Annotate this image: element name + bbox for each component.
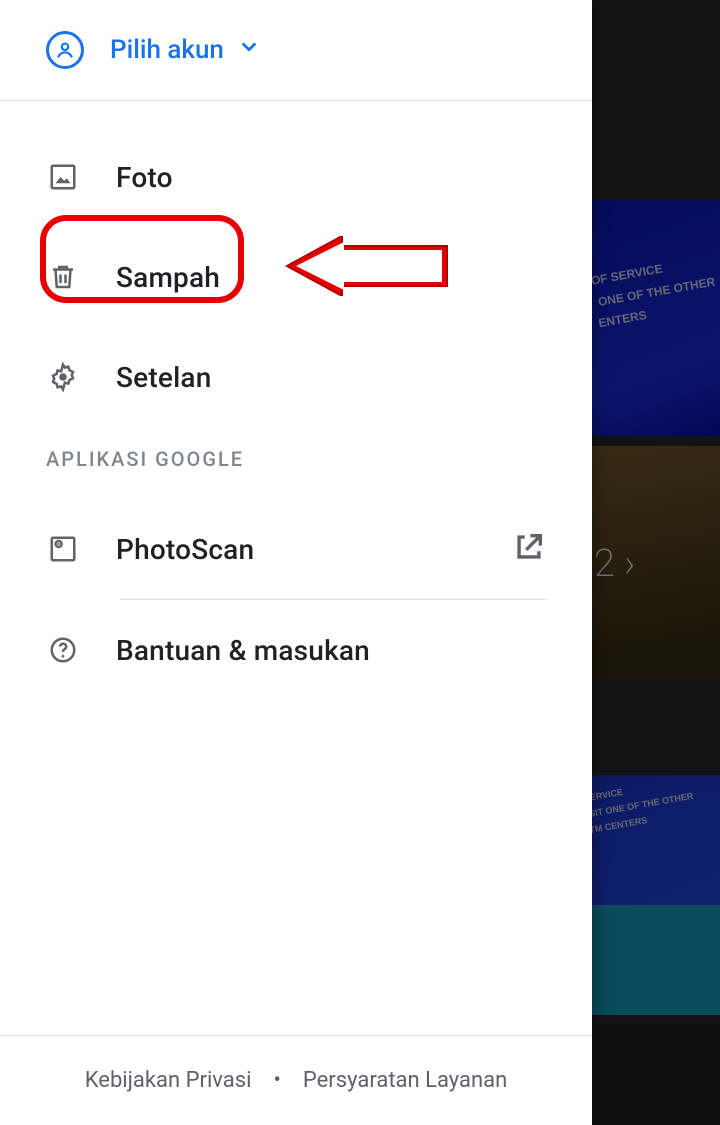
menu-item-trash[interactable]: Sampah [0, 227, 592, 327]
menu-label: PhotoScan [116, 533, 254, 566]
gear-icon [46, 360, 80, 394]
menu-label: Foto [116, 161, 173, 194]
menu-label: Setelan [116, 361, 212, 394]
account-icon [46, 31, 84, 69]
photo-icon [46, 160, 80, 194]
separator-dot: • [273, 1068, 280, 1093]
menu-item-photoscan[interactable]: PhotoScan [0, 499, 592, 599]
chevron-down-icon [238, 36, 260, 64]
menu-item-help[interactable]: Bantuan & masukan [0, 600, 592, 700]
menu-item-photos[interactable]: Foto [0, 127, 592, 227]
account-label: Pilih akun [110, 35, 224, 65]
account-selector[interactable]: Pilih akun [0, 0, 592, 100]
photoscan-icon [46, 532, 80, 566]
menu-section: Foto Sampah Setelan [0, 101, 592, 427]
privacy-link[interactable]: Kebijakan Privasi [85, 1068, 252, 1093]
help-icon [46, 633, 80, 667]
external-link-icon [512, 530, 546, 568]
navigation-drawer: Pilih akun Foto [0, 0, 592, 1125]
section-header: APLIKASI GOOGLE [0, 427, 592, 499]
footer-links: Kebijakan Privasi • Persyaratan Layanan [0, 1035, 592, 1125]
menu-label: Bantuan & masukan [116, 634, 370, 667]
trash-icon [46, 260, 80, 294]
terms-link[interactable]: Persyaratan Layanan [303, 1068, 507, 1093]
menu-label: Sampah [116, 261, 220, 294]
menu-item-settings[interactable]: Setelan [0, 327, 592, 427]
